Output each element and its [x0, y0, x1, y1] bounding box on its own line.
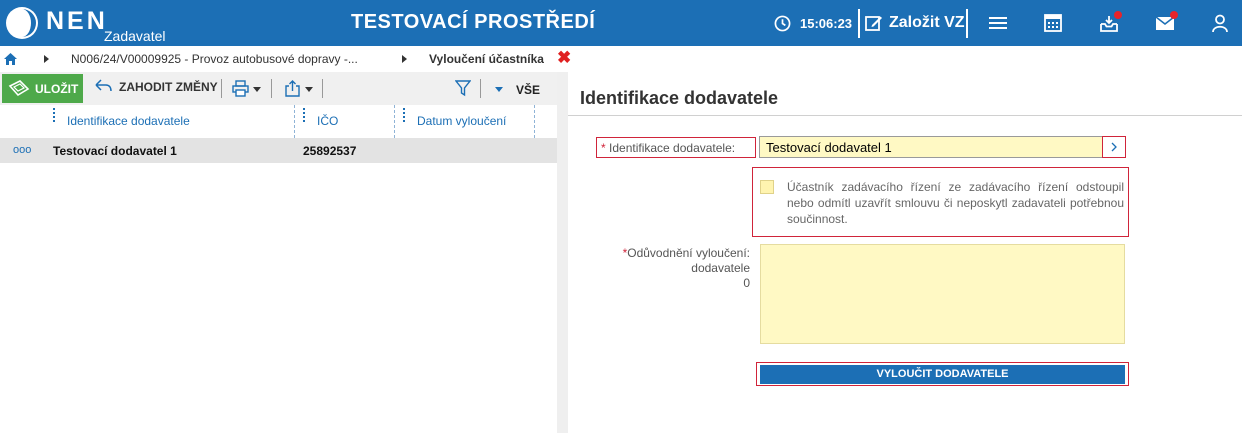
required-star: *: [601, 141, 606, 155]
toolbar-divider: [322, 79, 323, 98]
row-actions-icon[interactable]: ooo: [13, 145, 31, 156]
chevron-right-icon: [1111, 142, 1117, 152]
home-icon[interactable]: [4, 53, 17, 65]
cell-supplier: Testovací dodavatel 1: [53, 144, 177, 158]
filter-icon[interactable]: [455, 80, 471, 97]
notification-badge: [1114, 11, 1122, 19]
nen-logo-icon[interactable]: [5, 6, 39, 40]
close-icon[interactable]: ✖: [557, 48, 571, 68]
table-row[interactable]: ooo Testovací dodavatel 1 25892537: [0, 138, 557, 163]
export-icon[interactable]: [285, 80, 300, 97]
reason-label-line-1: Odůvodnění vyloučení:: [627, 246, 750, 260]
toolbar-divider: [221, 79, 222, 98]
column-menu-icon[interactable]: [303, 108, 305, 122]
breadcrumb-item-current: Vyloučení účastníka: [429, 52, 544, 66]
clock-icon: [774, 15, 791, 32]
reason-char-count: 0: [743, 276, 750, 290]
chevron-down-icon[interactable]: [305, 87, 313, 92]
supplier-field-label: * Identifikace dodavatele:: [596, 137, 756, 158]
toolbar-divider: [271, 79, 272, 98]
column-menu-icon[interactable]: [53, 108, 55, 122]
session-time: 15:06:23: [800, 16, 853, 31]
breadcrumb-item-tender[interactable]: N006/24/V00009925 - Provoz autobusové do…: [71, 52, 358, 66]
panel-splitter[interactable]: [557, 72, 568, 433]
top-bar: NEN Zadavatel TESTOVACÍ PROSTŘEDÍ 15:06:…: [0, 0, 1242, 46]
section-divider: [568, 115, 1242, 116]
supplier-select-button[interactable]: [1102, 136, 1126, 158]
user-icon[interactable]: [1210, 13, 1230, 33]
withdrawal-checkbox[interactable]: [760, 180, 774, 194]
reason-textarea[interactable]: [760, 244, 1125, 344]
calendar-icon[interactable]: [1043, 13, 1063, 33]
edit-icon[interactable]: [865, 14, 883, 32]
column-divider: [294, 105, 295, 138]
supplier-input[interactable]: Testovací dodavatel 1: [759, 136, 1125, 158]
breadcrumb: N006/24/V00009925 - Provoz autobusové do…: [0, 46, 1242, 72]
header-divider: [858, 9, 860, 38]
filter-all-button[interactable]: VŠE: [516, 83, 540, 97]
toolbar-divider: [480, 79, 481, 98]
print-icon[interactable]: [232, 80, 249, 97]
brand-name[interactable]: NEN: [46, 7, 108, 36]
reason-label-line-2: dodavatele: [691, 261, 750, 275]
supplier-label-text: Identifikace dodavatele:: [609, 141, 736, 155]
exclude-supplier-button[interactable]: VYLOUČIT DODAVATELE: [760, 365, 1125, 384]
chevron-down-icon[interactable]: [253, 87, 261, 92]
environment-title: TESTOVACÍ PROSTŘEDÍ: [351, 11, 596, 33]
discard-button-label: ZAHODIT ZMĚNY: [119, 80, 218, 94]
column-divider: [394, 105, 395, 138]
chevron-right-icon: [44, 55, 49, 63]
header-divider: [966, 9, 968, 38]
withdrawal-checkbox-label[interactable]: Účastník zadávacího řízení ze zadávacího…: [787, 179, 1124, 227]
chevron-down-icon[interactable]: [495, 87, 503, 92]
list-toolbar: ULOŽIT ZAHODIT ZMĚNY VŠE: [0, 72, 557, 105]
cell-ico: 25892537: [303, 144, 357, 158]
save-button-label: ULOŽIT: [35, 82, 79, 96]
menu-icon[interactable]: [988, 13, 1008, 33]
create-tender-button[interactable]: Založit VZ: [889, 14, 965, 32]
notification-badge: [1170, 11, 1178, 19]
reason-field-label: *Odůvodnění vyloučení: dodavatele 0: [600, 246, 750, 291]
save-icon: [8, 80, 30, 97]
column-divider: [534, 105, 535, 138]
save-button[interactable]: ULOŽIT: [2, 74, 83, 103]
chevron-right-icon: [402, 55, 407, 63]
section-title: Identifikace dodavatele: [580, 88, 779, 108]
column-menu-icon[interactable]: [403, 108, 405, 122]
brand-subtitle: Zadavatel: [104, 28, 166, 44]
undo-icon: [95, 79, 112, 92]
